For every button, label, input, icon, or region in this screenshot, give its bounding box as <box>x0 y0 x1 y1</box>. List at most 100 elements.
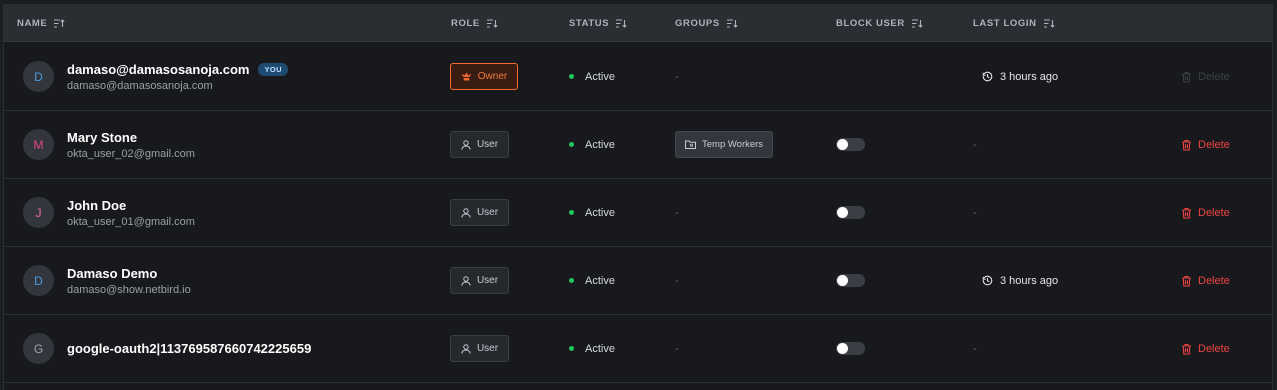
column-header-block-user[interactable]: BLOCK USER <box>836 4 923 42</box>
status-dot <box>569 142 574 147</box>
status-text: Active <box>585 70 615 83</box>
status-text: Active <box>585 342 615 355</box>
status-cell: Active <box>569 43 615 110</box>
user-email: damaso@damasosanoja.com <box>67 80 213 92</box>
block-user-toggle[interactable] <box>836 274 865 287</box>
avatar: G <box>23 333 54 364</box>
trash-icon <box>1181 343 1192 355</box>
column-header-groups[interactable]: GROUPS <box>675 4 738 42</box>
delete-button[interactable]: Delete <box>1181 343 1230 355</box>
group-chip[interactable]: Temp Workers <box>675 131 774 158</box>
role-selector-button[interactable]: Owner <box>450 63 518 90</box>
delete-button[interactable]: Delete <box>1181 207 1230 219</box>
table-row[interactable]: M Mary Stone okta_user_02@gmail.com User… <box>4 111 1272 179</box>
history-icon <box>982 71 993 82</box>
actions-cell: Delete <box>1181 43 1230 110</box>
table-row[interactable]: D damaso@damasosanoja.com YOU damaso@dama… <box>4 43 1272 111</box>
last-login-cell: - <box>973 179 977 246</box>
user-identity: damaso@damasosanoja.com YOU damaso@damaso… <box>67 61 288 94</box>
last-login-cell: - <box>973 315 977 382</box>
actions-cell: Delete <box>1181 247 1230 314</box>
user-cell: D damaso@damasosanoja.com YOU damaso@dama… <box>4 43 444 110</box>
role-cell: Owner <box>450 43 518 110</box>
you-badge: YOU <box>258 63 288 76</box>
status-dot <box>569 74 574 79</box>
delete-button[interactable]: Delete <box>1181 139 1230 151</box>
column-header-name[interactable]: NAME <box>17 4 65 42</box>
delete-button[interactable]: Delete <box>1181 71 1230 83</box>
groups-cell: - <box>675 247 679 314</box>
actions-cell: Delete <box>1181 179 1230 246</box>
status-cell: Active <box>569 111 615 178</box>
user-name: damaso@damasosanoja.com <box>67 62 250 77</box>
block-user-toggle[interactable] <box>836 138 865 151</box>
user-cell: G google-oauth2|113769587660742225659 <box>4 315 444 382</box>
user-identity: Mary Stone okta_user_02@gmail.com <box>67 129 195 162</box>
groups-empty: - <box>675 274 679 287</box>
role-selector-button[interactable]: User <box>450 267 509 294</box>
table-row[interactable]: J John Doe okta_user_01@gmail.com User A… <box>4 179 1272 247</box>
role-selector-button[interactable]: User <box>450 131 509 158</box>
table-row[interactable]: D Damaso Demo damaso@show.netbird.io Use… <box>4 247 1272 315</box>
status-dot <box>569 278 574 283</box>
groups-cell: - <box>675 43 679 110</box>
last-login-cell: 3 hours ago <box>982 43 1058 110</box>
user-cell: D Damaso Demo damaso@show.netbird.io <box>4 247 444 314</box>
toggle-knob <box>837 207 848 218</box>
trash-icon <box>1181 207 1192 219</box>
block-user-toggle[interactable] <box>836 342 865 355</box>
folder-icon <box>685 140 696 149</box>
user-name: google-oauth2|113769587660742225659 <box>67 341 312 356</box>
users-table: NAME ROLE STATUS GROUPS BLOCK USER LAST … <box>3 4 1273 390</box>
status-text: Active <box>585 138 615 151</box>
sort-descending-icon <box>726 18 738 28</box>
block-user-cell <box>836 315 865 382</box>
role-cell: User <box>450 179 509 246</box>
status-dot <box>569 210 574 215</box>
last-login-empty: - <box>973 138 977 151</box>
block-user-cell <box>836 111 865 178</box>
avatar: D <box>23 265 54 296</box>
status-cell: Active <box>569 315 615 382</box>
last-login-empty: - <box>973 206 977 219</box>
sort-descending-icon <box>616 18 627 28</box>
avatar: J <box>23 197 54 228</box>
shield-crown-icon <box>461 72 472 82</box>
user-icon <box>461 275 471 286</box>
groups-cell: - <box>675 179 679 246</box>
user-cell: J John Doe okta_user_01@gmail.com <box>4 179 444 246</box>
trash-icon <box>1181 139 1192 151</box>
sort-descending-icon <box>486 18 498 28</box>
delete-button[interactable]: Delete <box>1181 275 1230 287</box>
status-text: Active <box>585 206 615 219</box>
groups-empty: - <box>675 206 679 219</box>
last-login-cell: - <box>973 111 977 178</box>
column-header-last-login[interactable]: LAST LOGIN <box>973 4 1055 42</box>
user-email: okta_user_02@gmail.com <box>67 148 195 160</box>
role-selector-button[interactable]: User <box>450 335 509 362</box>
table-row[interactable]: G google-oauth2|113769587660742225659 Us… <box>4 315 1272 383</box>
role-selector-button[interactable]: User <box>450 199 509 226</box>
column-header-status[interactable]: STATUS <box>569 4 627 42</box>
block-user-cell <box>836 179 865 246</box>
sort-descending-icon <box>1043 18 1055 28</box>
actions-cell: Delete <box>1181 111 1230 178</box>
groups-cell: Temp Workers <box>675 111 774 178</box>
column-header-role[interactable]: ROLE <box>451 4 498 42</box>
last-login-text: 3 hours ago <box>1000 70 1059 83</box>
user-icon <box>461 139 471 150</box>
block-user-toggle[interactable] <box>836 206 865 219</box>
role-cell: User <box>450 315 509 382</box>
toggle-knob <box>837 275 848 286</box>
status-text: Active <box>585 274 615 287</box>
last-login-text: 3 hours ago <box>1000 274 1059 287</box>
user-name: Damaso Demo <box>67 266 158 281</box>
user-name: John Doe <box>67 198 127 213</box>
user-icon <box>461 343 471 354</box>
table-header: NAME ROLE STATUS GROUPS BLOCK USER LAST … <box>4 4 1272 42</box>
last-login-empty: - <box>973 342 977 355</box>
user-identity: John Doe okta_user_01@gmail.com <box>67 197 195 230</box>
history-icon <box>982 275 993 286</box>
last-login-cell: 3 hours ago <box>982 247 1058 314</box>
status-dot <box>569 346 574 351</box>
